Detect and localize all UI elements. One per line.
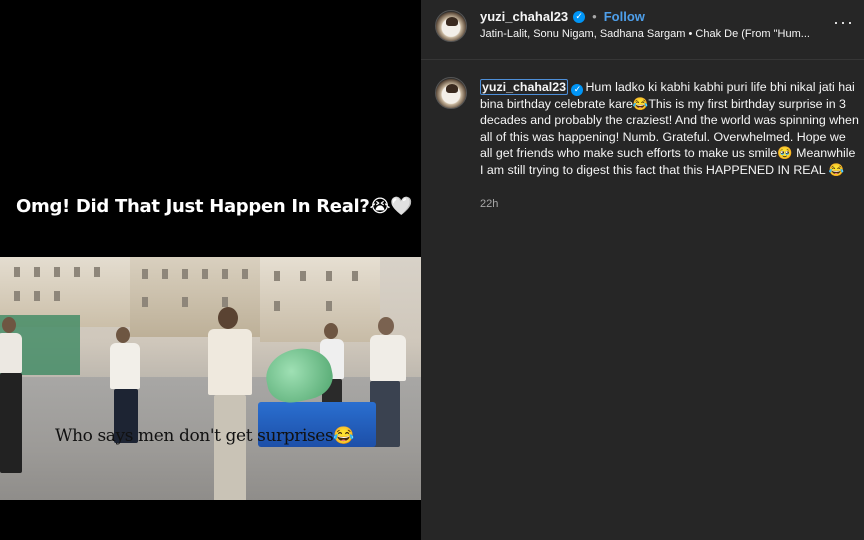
- video-overlay-text: Who says men don't get surprises😂: [55, 426, 355, 446]
- audio-attribution-link[interactable]: Jatin-Lalit, Sonu Nigam, Sadhana Sargam …: [480, 28, 810, 40]
- comment-username-link[interactable]: yuzi_chahal23: [480, 79, 569, 95]
- verified-badge-icon: ✓: [571, 83, 584, 96]
- avatar[interactable]: [435, 10, 467, 42]
- post-media[interactable]: Omg! Did That Just Happen In Real?😭🤍 Who…: [0, 0, 421, 540]
- verified-badge-icon: ✓: [573, 10, 586, 23]
- separator-dot: •: [592, 9, 597, 24]
- building-center: [130, 257, 260, 337]
- media-caption: Omg! Did That Just Happen In Real?😭🤍: [16, 196, 413, 217]
- divider: [421, 59, 864, 60]
- follow-button[interactable]: Follow: [604, 9, 645, 24]
- more-options-icon[interactable]: ···: [833, 12, 854, 33]
- post-timestamp[interactable]: 22h: [480, 198, 498, 210]
- video-frame[interactable]: Who says men don't get surprises😂: [0, 257, 421, 500]
- comment-avatar[interactable]: [435, 77, 467, 109]
- username-link[interactable]: yuzi_chahal23: [480, 9, 568, 24]
- caption-comment: yuzi_chahal23 ✓ Hum ladko ki kabhi kabhi …: [480, 79, 860, 178]
- building-right: [260, 257, 380, 342]
- post-header: yuzi_chahal23 ✓ • Follow: [480, 9, 645, 24]
- post-side-panel: yuzi_chahal23 ✓ • Follow Jatin-Lalit, So…: [421, 0, 864, 540]
